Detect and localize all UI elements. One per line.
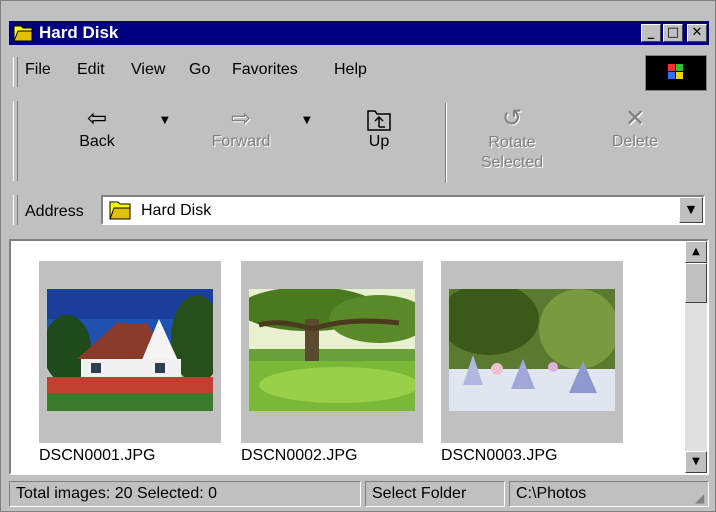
address-input[interactable]: Hard Disk ▼ [101,195,705,225]
thumbnail-frame[interactable] [241,261,423,443]
forward-label: Forward [211,133,271,150]
explorer-window: Hard Disk _ □ ✕ File Edit View Go Favori… [0,0,716,512]
rotate-label-line2: Selected [480,154,544,171]
forward-button[interactable]: ⇨ Forward [201,103,281,187]
rotate-label-line1: Rotate [488,134,536,151]
rotate-selected-button[interactable]: ↺ Rotate Selected [469,103,555,187]
folder-icon [109,200,131,225]
scroll-down-button[interactable]: ▼ [685,451,707,473]
up-label: Up [368,133,390,150]
menu-edit[interactable]: Edit [77,61,105,79]
delete-x-icon: ✕ [624,104,646,132]
menu-view[interactable]: View [131,61,165,79]
photo-house [47,289,213,411]
toolbar-separator [445,103,447,183]
address-label: Address [25,203,84,220]
vertical-scrollbar[interactable]: ▲ ▼ [685,241,707,473]
toolbar: ⇦ Back ▼ ⇨ Forward ▼ Up ↺ Rotate Selecte… [9,95,709,187]
scroll-thumb[interactable] [685,263,707,303]
status-path: C:\Photos [509,481,709,507]
photo-tree [249,289,415,411]
resize-grip-icon[interactable]: ◢ [695,491,704,505]
address-grip[interactable] [13,195,18,225]
thumbnail-caption[interactable]: DSCN0002.JPG [241,447,358,465]
menu-file[interactable]: File [25,61,51,79]
menu-bar: File Edit View Go Favorites Help [9,51,709,93]
rotate-icon: ↺ [501,104,523,132]
scroll-up-button[interactable]: ▲ [685,241,707,263]
status-action[interactable]: Select Folder [365,481,505,507]
menu-help[interactable]: Help [334,61,367,79]
back-button[interactable]: ⇦ Back [67,103,127,187]
minimize-button[interactable]: _ [641,24,661,42]
address-bar: Address Hard Disk ▼ [9,191,709,231]
windows-logo-icon [645,55,707,91]
back-label: Back [79,133,115,150]
thumbnail-pane: DSCN0001.JPG DSCN0002.JPG DSCN0003.JPG ▲… [9,239,709,475]
address-dropdown-button[interactable]: ▼ [679,197,703,223]
up-button[interactable]: Up [353,103,405,187]
menu-go[interactable]: Go [189,61,210,79]
back-dropdown-icon[interactable]: ▼ [161,115,169,126]
forward-dropdown-icon[interactable]: ▼ [303,115,311,126]
window-title: Hard Disk [39,23,119,42]
address-value: Hard Disk [141,202,212,219]
thumbnail-caption[interactable]: DSCN0001.JPG [39,447,156,465]
delete-button[interactable]: ✕ Delete [605,103,665,187]
toolbar-grip[interactable] [13,101,18,181]
photo-table [449,289,615,411]
thumbnail-caption[interactable]: DSCN0003.JPG [441,447,558,465]
delete-label: Delete [611,133,659,150]
thumbnail-frame[interactable] [39,261,221,443]
forward-arrow-icon: ⇨ [230,104,252,132]
thumbnail-frame[interactable] [441,261,623,443]
up-folder-icon [353,103,405,133]
folder-icon [13,24,33,42]
menu-grip[interactable] [13,57,18,87]
menu-favorites[interactable]: Favorites [232,61,298,79]
back-arrow-icon: ⇦ [86,104,108,132]
title-bar[interactable]: Hard Disk _ □ ✕ [9,21,709,45]
status-summary: Total images: 20 Selected: 0 [9,481,361,507]
maximize-button[interactable]: □ [663,24,683,42]
close-button[interactable]: ✕ [687,24,707,42]
